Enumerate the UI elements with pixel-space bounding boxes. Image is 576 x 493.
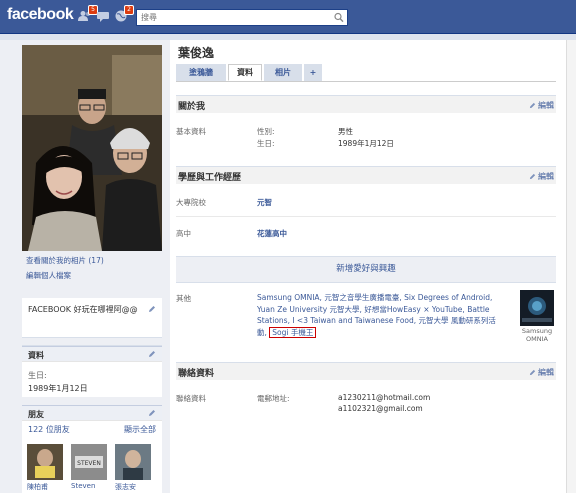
friend-name[interactable]: 張志安 bbox=[115, 482, 136, 492]
education-section-header: 學歷與工作經歷 編輯 bbox=[176, 166, 556, 184]
friends-box: 朋友 122 位朋友 顯示全部 STEVEN 陳柏甫 Steven 張志安 bbox=[22, 405, 162, 493]
highschool-label: 高中 bbox=[176, 229, 191, 238]
contact-edit-label: 編輯 bbox=[538, 368, 554, 377]
education-divider bbox=[176, 216, 556, 217]
edit-info-pencil-icon[interactable] bbox=[148, 350, 156, 358]
email-value: a1102321@gmail.com bbox=[338, 404, 423, 413]
edit-friends-pencil-icon[interactable] bbox=[148, 409, 156, 417]
samsung-caption[interactable]: Samsung OMNIA bbox=[516, 327, 558, 343]
notifications-globe-icon[interactable]: 2 bbox=[114, 5, 134, 22]
contact-info-label: 聯絡資料 bbox=[176, 394, 206, 403]
tab-wall[interactable]: 塗鴉牆 bbox=[176, 64, 226, 81]
gender-label: 性別: bbox=[257, 127, 275, 136]
svg-text:STEVEN: STEVEN bbox=[77, 460, 101, 467]
about-edit-label: 編輯 bbox=[538, 101, 554, 110]
friends-box-title: 朋友 bbox=[28, 410, 44, 419]
contact-edit-link[interactable]: 編輯 bbox=[529, 367, 554, 378]
photos-of-me-link[interactable]: 查看關於我的相片 (17) bbox=[26, 255, 104, 266]
highlighted-interest[interactable]: Sogi 手機王 bbox=[269, 326, 317, 338]
add-tab-button[interactable]: + bbox=[304, 64, 322, 81]
birthday-value: 1989年1月12日 bbox=[338, 139, 394, 148]
edit-profile-link[interactable]: 編輯個人檔案 bbox=[26, 270, 71, 281]
other-interests-list: Samsung OMNIA, 元智之音學生廣播電臺, Six Degrees o… bbox=[257, 292, 497, 338]
friend-name[interactable]: Steven bbox=[71, 482, 95, 490]
info-box-title: 資料 bbox=[28, 351, 44, 360]
friend-thumbnail[interactable] bbox=[115, 444, 151, 480]
friends-count-link[interactable]: 122 位朋友 bbox=[28, 424, 70, 435]
friend-thumbnail[interactable]: STEVEN bbox=[71, 444, 107, 480]
education-title: 學歷與工作經歷 bbox=[178, 173, 242, 183]
college-link[interactable]: 元智 bbox=[257, 197, 272, 208]
education-edit-label: 編輯 bbox=[538, 172, 554, 181]
highschool-link[interactable]: 花蓮高中 bbox=[257, 228, 287, 239]
contact-section-header: 聯絡資料 編輯 bbox=[176, 362, 556, 380]
top-navigation-bar: facebook 5 2 bbox=[0, 0, 576, 34]
friend-requests-icon[interactable]: 5 bbox=[78, 5, 98, 22]
info-box: 資料 生日: 1989年1月12日 bbox=[22, 345, 162, 397]
friend-thumbnail[interactable] bbox=[27, 444, 63, 480]
info-birthday-label: 生日: bbox=[28, 371, 47, 380]
education-edit-link[interactable]: 編輯 bbox=[529, 171, 554, 182]
email-label: 電郵地址: bbox=[257, 394, 290, 403]
pencil-icon bbox=[529, 173, 536, 180]
birthday-label: 生日: bbox=[257, 139, 275, 148]
about-title: 關於我 bbox=[178, 102, 206, 112]
pencil-icon bbox=[529, 369, 536, 376]
search-input[interactable] bbox=[137, 10, 327, 25]
tabs-divider bbox=[176, 81, 556, 82]
pencil-icon bbox=[529, 102, 536, 109]
other-label: 其他 bbox=[176, 294, 191, 303]
gender-value: 男性 bbox=[338, 127, 353, 136]
scrollbar[interactable] bbox=[566, 40, 576, 493]
college-label: 大專院校 bbox=[176, 198, 206, 207]
about-edit-link[interactable]: 編輯 bbox=[529, 100, 554, 111]
friends-box-header: 朋友 bbox=[22, 405, 162, 421]
notifications-badge: 2 bbox=[124, 5, 134, 15]
tab-photos[interactable]: 相片 bbox=[264, 64, 302, 81]
add-interests-button[interactable]: 新增愛好與興趣 bbox=[176, 256, 556, 283]
samsung-omnia-thumbnail[interactable] bbox=[520, 290, 554, 326]
friend-name[interactable]: 陳柏甫 bbox=[27, 482, 48, 492]
tab-info[interactable]: 資料 bbox=[228, 64, 262, 81]
status-text: FACEBOOK 好玩在哪裡阿@@ bbox=[28, 305, 138, 314]
info-box-header: 資料 bbox=[22, 346, 162, 362]
facebook-logo[interactable]: facebook bbox=[7, 6, 74, 24]
see-all-friends-link[interactable]: 顯示全部 bbox=[124, 424, 156, 435]
contact-title: 聯絡資料 bbox=[178, 369, 215, 379]
basic-info-label: 基本資料 bbox=[176, 127, 206, 136]
edit-status-pencil-icon[interactable] bbox=[148, 305, 156, 313]
status-box: FACEBOOK 好玩在哪裡阿@@ bbox=[22, 298, 162, 338]
profile-name: 葉俊逸 bbox=[178, 46, 215, 60]
email-value: a1230211@hotmail.com bbox=[338, 393, 431, 402]
messages-icon[interactable] bbox=[96, 10, 110, 22]
search-icon[interactable] bbox=[333, 12, 345, 23]
info-birthday-value: 1989年1月12日 bbox=[28, 384, 88, 393]
about-section-header: 關於我 編輯 bbox=[176, 95, 556, 113]
search-box[interactable] bbox=[136, 9, 348, 26]
profile-photo[interactable] bbox=[22, 45, 162, 251]
